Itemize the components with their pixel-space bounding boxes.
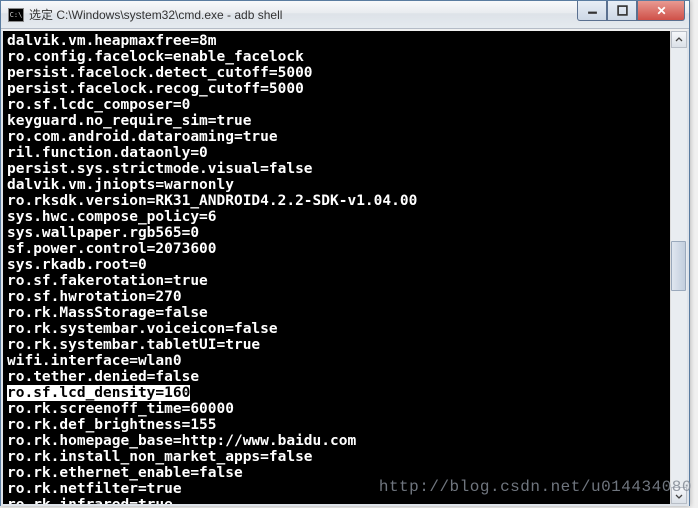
console-line: ro.rksdk.version=RK31_ANDROID4.2.2-SDK-v… (7, 193, 670, 209)
scroll-thumb[interactable] (671, 241, 686, 291)
maximize-button[interactable] (607, 1, 637, 21)
minimize-icon (587, 5, 598, 16)
cmd-window: C:\ 选定 C:\Windows\system32\cmd.exe - adb… (0, 0, 690, 506)
console-line: ro.com.android.dataroaming=true (7, 129, 670, 145)
console-line: dalvik.vm.jniopts=warnonly (7, 177, 670, 193)
chevron-down-icon (675, 492, 683, 500)
console-line: ro.rk.screenoff_time=60000 (7, 401, 670, 417)
console-line: persist.sys.strictmode.visual=false (7, 161, 670, 177)
window-controls (577, 1, 685, 21)
titlebar[interactable]: C:\ 选定 C:\Windows\system32\cmd.exe - adb… (1, 1, 689, 29)
console-line: sys.rkadb.root=0 (7, 257, 670, 273)
console-line: ro.rk.install_non_market_apps=false (7, 449, 670, 465)
console-line: ro.sf.fakerotation=true (7, 273, 670, 289)
console-line: ro.rk.netfilter=true (7, 481, 670, 497)
console-line: dalvik.vm.heapmaxfree=8m (7, 33, 670, 49)
console-area: dalvik.vm.heapmaxfree=8mro.config.facelo… (1, 29, 689, 506)
scroll-up-button[interactable] (671, 31, 687, 48)
console-line: keyguard.no_require_sim=true (7, 113, 670, 129)
console-line: ro.rk.def_brightness=155 (7, 417, 670, 433)
close-button[interactable] (637, 1, 685, 21)
console-line: ro.rk.homepage_base=http://www.baidu.com (7, 433, 670, 449)
highlighted-text: ro.sf.lcd_density=160 (7, 385, 190, 401)
console-line: wifi.interface=wlan0 (7, 353, 670, 369)
console-line: sys.hwc.compose_policy=6 (7, 209, 670, 225)
console-line: ro.tether.denied=false (7, 369, 670, 385)
console-line: persist.facelock.detect_cutoff=5000 (7, 65, 670, 81)
console-line: sys.wallpaper.rgb565=0 (7, 225, 670, 241)
scroll-track[interactable] (671, 48, 687, 487)
maximize-icon (617, 5, 628, 16)
console-line: ro.config.facelock=enable_facelock (7, 49, 670, 65)
console-line: ro.sf.lcd_density=160 (7, 385, 670, 401)
scroll-down-button[interactable] (671, 487, 687, 504)
console-line: ro.rk.systembar.tabletUI=true (7, 337, 670, 353)
minimize-button[interactable] (577, 1, 607, 21)
console-line: ro.sf.lcdc_composer=0 (7, 97, 670, 113)
console-line: ro.rk.systembar.voiceicon=false (7, 321, 670, 337)
vertical-scrollbar[interactable] (670, 31, 687, 504)
console-line: ro.rk.MassStorage=false (7, 305, 670, 321)
console-line: ril.function.dataonly=0 (7, 145, 670, 161)
cmd-icon: C:\ (8, 8, 24, 22)
chevron-up-icon (675, 36, 683, 44)
console-line: ro.rk.ethernet_enable=false (7, 465, 670, 481)
console-line: sf.power.control=2073600 (7, 241, 670, 257)
console-line: ro.sf.hwrotation=270 (7, 289, 670, 305)
console-line: ro.rk.infrared=true (7, 497, 670, 504)
close-icon (656, 5, 667, 16)
console-line: persist.facelock.recog_cutoff=5000 (7, 81, 670, 97)
console-content[interactable]: dalvik.vm.heapmaxfree=8mro.config.facelo… (3, 31, 670, 504)
